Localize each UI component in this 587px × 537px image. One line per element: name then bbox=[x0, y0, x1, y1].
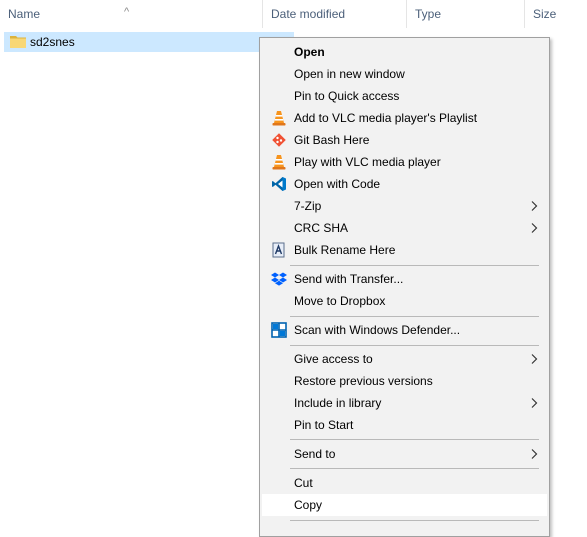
menu-item-open-with-code[interactable]: Open with Code bbox=[262, 173, 547, 195]
column-header: Name ^ Date modified Type Size bbox=[0, 0, 587, 28]
bulk-rename-icon bbox=[272, 242, 285, 258]
file-name: sd2snes bbox=[30, 35, 75, 49]
menu-item-label: Move to Dropbox bbox=[294, 294, 386, 308]
menu-item-give-access-to[interactable]: Give access to bbox=[262, 348, 547, 370]
menu-item-git-bash-here[interactable]: Git Bash Here bbox=[262, 129, 547, 151]
menu-item-bulk-rename-here[interactable]: Bulk Rename Here bbox=[262, 239, 547, 261]
menu-item-open[interactable]: Open bbox=[262, 41, 547, 63]
chevron-right-icon bbox=[531, 354, 538, 364]
menu-item-move-to-dropbox[interactable]: Move to Dropbox bbox=[262, 290, 547, 312]
menu-item-label: Restore previous versions bbox=[294, 374, 433, 388]
column-size-label: Size bbox=[533, 7, 557, 21]
menu-item-open-in-new-window[interactable]: Open in new window bbox=[262, 63, 547, 85]
menu-item-label: Open bbox=[294, 45, 325, 59]
menu-item-include-in-library[interactable]: Include in library bbox=[262, 392, 547, 414]
dropbox-icon bbox=[271, 272, 287, 286]
vlc-icon bbox=[272, 111, 286, 126]
menu-item-label: Open with Code bbox=[294, 177, 381, 191]
menu-item-label: Pin to Quick access bbox=[294, 89, 400, 103]
menu-item-label: Bulk Rename Here bbox=[294, 243, 396, 257]
menu-item-label: CRC SHA bbox=[294, 221, 349, 235]
menu-item-send-to[interactable]: Send to bbox=[262, 443, 547, 465]
menu-item-label: Play with VLC media player bbox=[294, 155, 441, 169]
menu-item-restore-previous-versions[interactable]: Restore previous versions bbox=[262, 370, 547, 392]
menu-divider bbox=[290, 345, 539, 346]
menu-item-label: Include in library bbox=[294, 396, 382, 410]
column-size[interactable]: Size bbox=[524, 0, 587, 28]
vlc-icon bbox=[272, 155, 286, 170]
menu-item-label: Cut bbox=[294, 476, 313, 490]
folder-icon bbox=[10, 36, 26, 48]
menu-item-crc-sha[interactable]: CRC SHA bbox=[262, 217, 547, 239]
menu-item-label: Copy bbox=[294, 498, 323, 512]
menu-item-pin-to-start[interactable]: Pin to Start bbox=[262, 414, 547, 436]
chevron-right-icon bbox=[531, 201, 538, 211]
menu-item-copy[interactable]: Copy bbox=[262, 494, 547, 516]
menu-item-pin-to-quick-access[interactable]: Pin to Quick access bbox=[262, 85, 547, 107]
menu-divider bbox=[290, 439, 539, 440]
menu-item-send-with-transfer[interactable]: Send with Transfer... bbox=[262, 268, 547, 290]
chevron-right-icon bbox=[531, 398, 538, 408]
column-type-label: Type bbox=[415, 7, 442, 21]
menu-item-label: Give access to bbox=[294, 352, 373, 366]
menu-item-7zip[interactable]: 7-Zip bbox=[262, 195, 547, 217]
menu-divider bbox=[290, 520, 539, 521]
menu-item-label: Pin to Start bbox=[294, 418, 354, 432]
defender-icon bbox=[271, 322, 287, 338]
menu-item-cut[interactable]: Cut bbox=[262, 472, 547, 494]
menu-item-scan-with-windows-defender[interactable]: Scan with Windows Defender... bbox=[262, 319, 547, 341]
chevron-right-icon bbox=[531, 223, 538, 233]
vscode-icon bbox=[272, 177, 286, 191]
column-type[interactable]: Type bbox=[406, 0, 524, 28]
menu-item-label: Scan with Windows Defender... bbox=[294, 323, 461, 337]
context-menu: Open Open in new window Pin to Quick acc… bbox=[259, 37, 550, 537]
menu-item-play-with-vlc[interactable]: Play with VLC media player bbox=[262, 151, 547, 173]
menu-divider bbox=[290, 265, 539, 266]
column-name-label: Name bbox=[8, 7, 41, 21]
column-date-modified[interactable]: Date modified bbox=[262, 0, 406, 28]
menu-item-label: Git Bash Here bbox=[294, 133, 370, 147]
chevron-right-icon bbox=[531, 449, 538, 459]
menu-item-label: 7-Zip bbox=[294, 199, 322, 213]
file-row-sd2snes[interactable]: sd2snes bbox=[4, 32, 294, 52]
menu-item-label: Send with Transfer... bbox=[294, 272, 404, 286]
menu-item-label: Open in new window bbox=[294, 67, 405, 81]
menu-divider bbox=[290, 316, 539, 317]
menu-item-label: Send to bbox=[294, 447, 336, 461]
menu-divider bbox=[290, 468, 539, 469]
column-date-modified-label: Date modified bbox=[271, 7, 346, 21]
column-name[interactable]: Name ^ bbox=[0, 0, 262, 28]
menu-item-label: Add to VLC media player's Playlist bbox=[294, 111, 478, 125]
git-icon bbox=[272, 133, 286, 147]
sort-up-icon: ^ bbox=[124, 6, 130, 18]
menu-item-add-to-vlc-playlist[interactable]: Add to VLC media player's Playlist bbox=[262, 107, 547, 129]
